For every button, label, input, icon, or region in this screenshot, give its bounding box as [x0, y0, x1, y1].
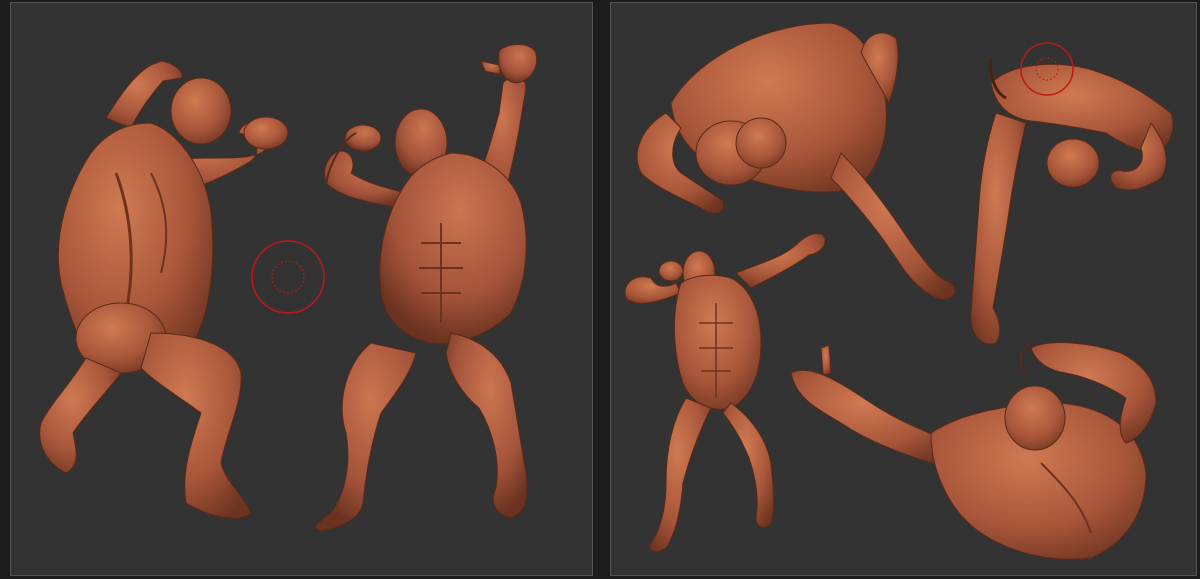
front-pose-figure — [315, 44, 538, 532]
canvas-left[interactable] — [11, 3, 593, 576]
viewport-left[interactable] — [10, 2, 593, 576]
lying-figure — [790, 342, 1157, 560]
back-pose-figure — [39, 60, 289, 519]
viewport-right[interactable] — [610, 2, 1197, 576]
canvas-right[interactable] — [611, 3, 1197, 576]
front-flex-figure — [624, 232, 826, 553]
overhead-figure — [970, 57, 1174, 345]
brush-cursor — [251, 240, 325, 314]
